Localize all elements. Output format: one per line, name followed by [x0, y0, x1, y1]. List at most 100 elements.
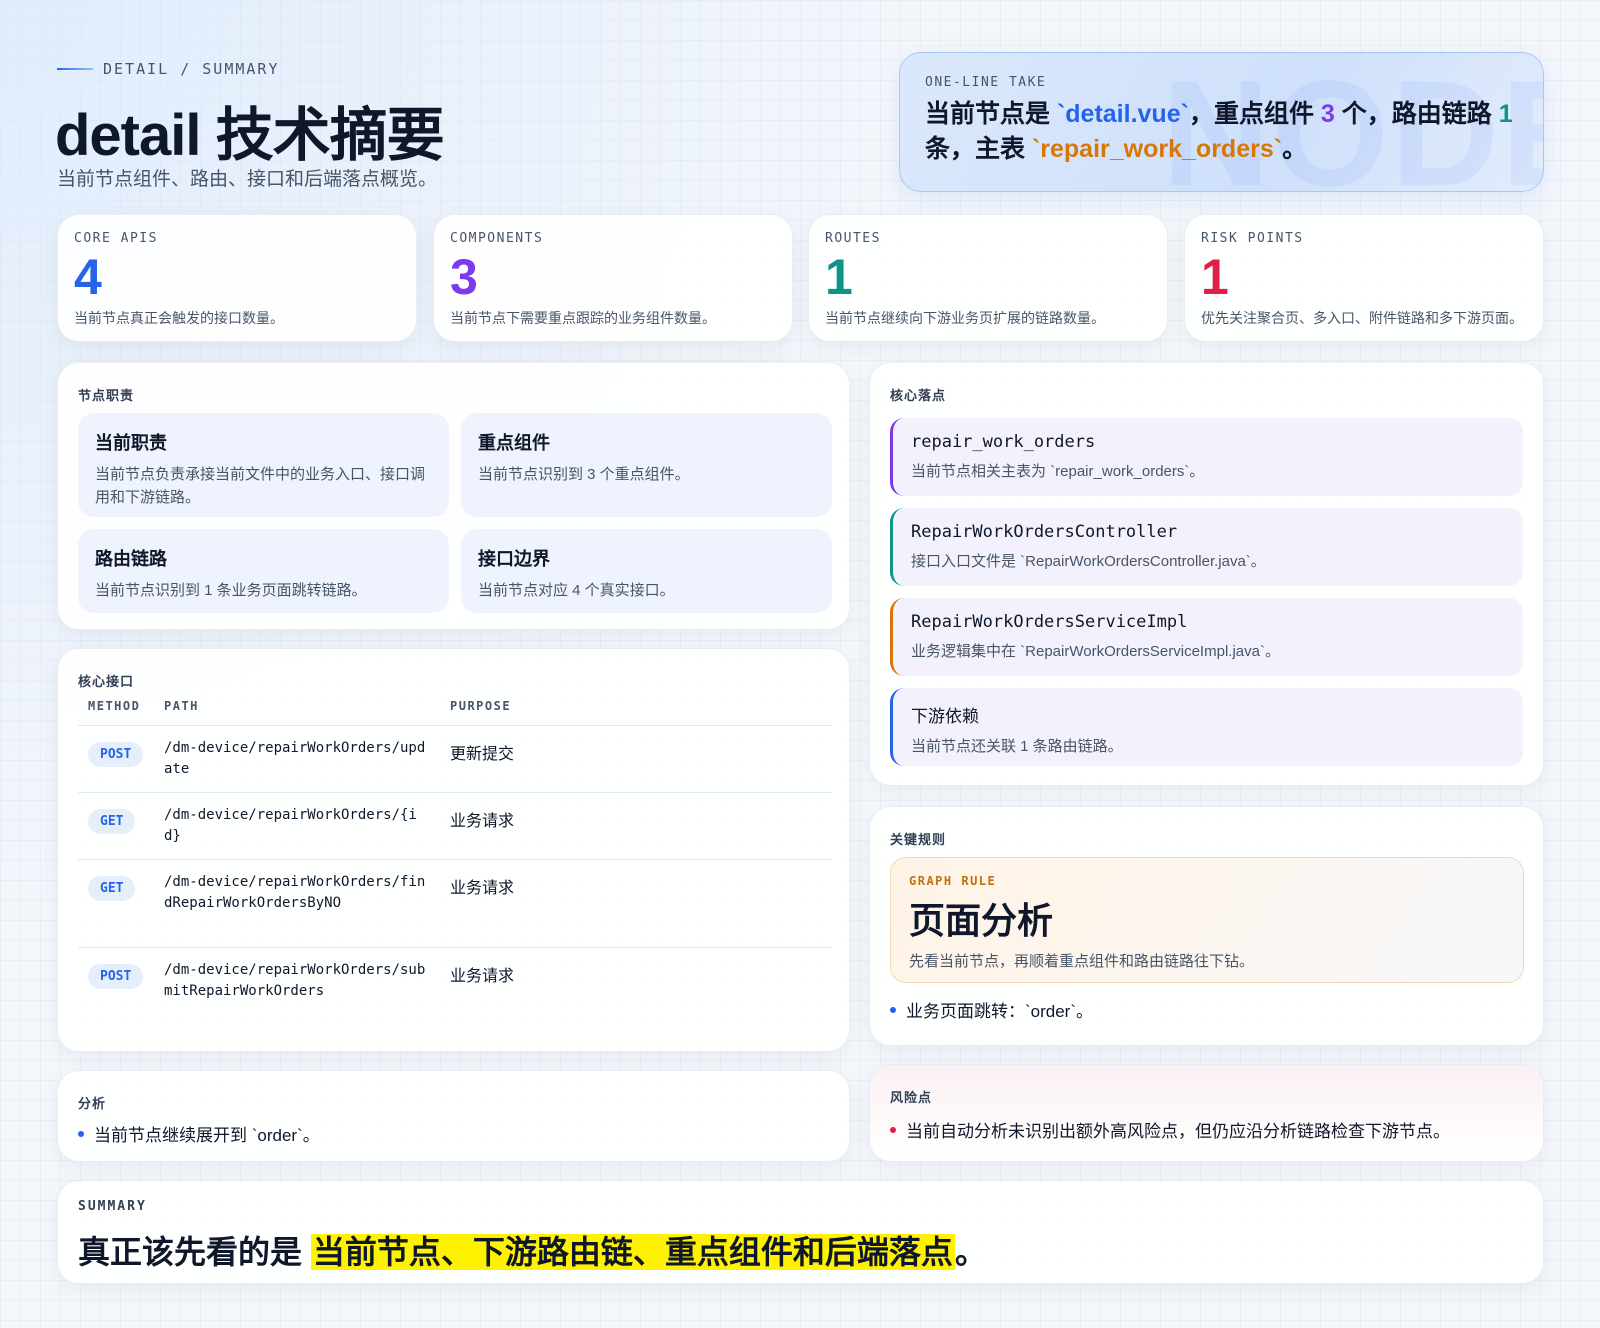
stat-desc: 优先关注聚合页、多入口、附件链路和多下游页面。: [1201, 310, 1523, 326]
path-cell: /dm-device/repairWorkOrders/submitRepair…: [164, 962, 426, 999]
core-landing-card: 核心落点 repair_work_orders 当前节点相关主表为 `repai…: [869, 362, 1544, 786]
page-title: detail 技术摘要: [55, 103, 445, 168]
column-header: PURPOSE: [440, 693, 832, 726]
method-cell: GET: [78, 792, 154, 860]
take-components-count: 3: [1320, 100, 1335, 128]
duty-item-desc: 当前节点对应 4 个真实接口。: [478, 582, 675, 599]
duty-item-title: 接口边界: [478, 549, 550, 569]
section-title: 分析: [78, 1096, 107, 1111]
landing-item-title: repair_work_orders: [911, 432, 1096, 452]
eyebrow-text: DETAIL / SUMMARY: [103, 60, 280, 78]
bullet-dot-icon: [890, 1126, 896, 1133]
duty-item: 路由链路 当前节点识别到 1 条业务页面跳转链路。: [78, 529, 449, 613]
summary-card: SUMMARY 真正该先看的是 当前节点、下游路由链、重点组件和后端落点。: [57, 1180, 1544, 1284]
section-title: 核心接口: [78, 674, 135, 689]
purpose-cell: 业务请求: [440, 948, 832, 1036]
landing-item-title: RepairWorkOrdersServiceImpl: [911, 612, 1188, 632]
purpose-text: 业务请求: [450, 880, 515, 897]
stat-desc: 当前节点真正会触发的接口数量。: [74, 310, 284, 326]
stat-value: 1: [1201, 249, 1229, 305]
duty-item-desc: 当前节点负责承接当前文件中的业务入口、接口调用和下游链路。: [95, 466, 426, 506]
take-seg: 条，主表: [925, 135, 1032, 163]
take-file: `detail.vue`: [1056, 100, 1189, 128]
duty-item-desc: 当前节点识别到 3 个重点组件。: [478, 466, 690, 483]
landing-item-title: 下游依赖: [911, 707, 979, 726]
stat-value: 4: [74, 249, 102, 305]
risk-bullet: 当前自动分析未识别出额外高风险点，但仍应沿分析链路检查下游节点。: [890, 1117, 1450, 1142]
table-row[interactable]: POST /dm-device/repairWorkOrders/update …: [78, 725, 832, 793]
take-label: ONE-LINE TAKE: [925, 75, 1047, 90]
landing-item: repair_work_orders 当前节点相关主表为 `repair_wor…: [890, 418, 1523, 496]
stat-desc: 当前节点下需要重点跟踪的业务组件数量。: [450, 310, 716, 326]
landing-item: 下游依赖 当前节点还关联 1 条路由链路。: [890, 688, 1523, 766]
bullet-dot-icon: [890, 1006, 896, 1013]
take-text: 当前节点是 `detail.vue`，重点组件 3 个，路由链路 1 条，主表 …: [925, 97, 1519, 167]
risk-bullet-text: 当前自动分析未识别出额外高风险点，但仍应沿分析链路检查下游节点。: [906, 1122, 1450, 1141]
duty-item: 当前职责 当前节点负责承接当前文件中的业务入口、接口调用和下游链路。: [78, 413, 449, 517]
api-table: METHOD PATH PURPOSE POST /dm-device/repa…: [78, 693, 832, 1036]
stat-card-components: COMPONENTS 3 当前节点下需要重点跟踪的业务组件数量。: [433, 214, 793, 342]
purpose-cell: 业务请求: [440, 792, 832, 860]
path-cell: /dm-device/repairWorkOrders/{id}: [154, 792, 440, 860]
method-badge: GET: [88, 876, 136, 901]
landing-item-desc: 当前节点还关联 1 条路由链路。: [911, 738, 1123, 755]
summary-lead: 真正该先看的是: [78, 1234, 311, 1270]
section-title: 关键规则: [890, 832, 947, 847]
analysis-card: 分析 当前节点继续展开到 `order`。: [57, 1070, 850, 1162]
landing-item: RepairWorkOrdersServiceImpl 业务逻辑集中在 `Rep…: [890, 598, 1523, 676]
landing-item-title: RepairWorkOrdersController: [911, 522, 1178, 542]
core-api-card: 核心接口 METHOD PATH PURPOSE POST /dm-device…: [57, 648, 850, 1052]
landing-item-desc: 接口入口文件是 `RepairWorkOrdersController.java…: [911, 553, 1266, 570]
duty-item-title: 路由链路: [95, 549, 167, 569]
landing-item-desc: 业务逻辑集中在 `RepairWorkOrdersServiceImpl.jav…: [911, 643, 1280, 660]
take-seg: 个，路由链路: [1334, 100, 1499, 128]
column-header: PATH: [154, 693, 440, 726]
take-table: `repair_work_orders`: [1031, 135, 1283, 163]
rule-tag: GRAPH RULE: [909, 874, 997, 888]
stat-value: 3: [450, 249, 478, 305]
stat-value: 1: [825, 249, 853, 305]
table-row[interactable]: GET /dm-device/repairWorkOrders/{id} 业务请…: [78, 792, 832, 860]
duty-item-title: 重点组件: [478, 433, 550, 453]
stat-card-core-apis: CORE APIS 4 当前节点真正会触发的接口数量。: [57, 214, 417, 342]
stat-label: COMPONENTS: [450, 231, 544, 246]
purpose-text: 业务请求: [450, 968, 515, 985]
section-title: 核心落点: [890, 388, 947, 403]
analysis-bullet-text: 当前节点继续展开到 `order`。: [94, 1126, 320, 1145]
stat-card-risk-points: RISK POINTS 1 优先关注聚合页、多入口、附件链路和多下游页面。: [1184, 214, 1544, 342]
summary-highlight: 当前节点、下游路由链、重点组件和后端落点: [310, 1234, 955, 1270]
landing-item-desc: 当前节点相关主表为 `repair_work_orders`。: [911, 463, 1205, 480]
take-seg: ，重点组件: [1188, 100, 1321, 128]
node-duty-card: 节点职责 当前职责 当前节点负责承接当前文件中的业务入口、接口调用和下游链路。 …: [57, 362, 850, 630]
section-title: 节点职责: [78, 388, 135, 403]
duty-item-desc: 当前节点识别到 1 条业务页面跳转链路。: [95, 582, 367, 599]
purpose-text: 业务请求: [450, 813, 515, 830]
key-rules-card: 关键规则 GRAPH RULE 页面分析 先看当前节点，再顺着重点组件和路由链路…: [869, 806, 1544, 1046]
purpose-cell: 业务请求: [440, 859, 832, 948]
summary-label: SUMMARY: [78, 1199, 147, 1214]
eyebrow-line: [57, 68, 93, 70]
take-seg: 。: [1282, 135, 1308, 163]
rule-bullet-text: 业务页面跳转：`order`。: [906, 1002, 1094, 1021]
rule-bullet: 业务页面跳转：`order`。: [890, 997, 1093, 1022]
duty-item: 接口边界 当前节点对应 4 个真实接口。: [461, 529, 832, 613]
section-title: 风险点: [890, 1090, 933, 1105]
take-seg: 当前节点是: [925, 100, 1057, 128]
method-badge: POST: [88, 742, 144, 767]
method-cell: POST: [78, 725, 154, 793]
graph-rule-box: GRAPH RULE 页面分析 先看当前节点，再顺着重点组件和路由链路往下钻。: [890, 857, 1524, 983]
duty-item: 重点组件 当前节点识别到 3 个重点组件。: [461, 413, 832, 517]
header-eyebrow: DETAIL / SUMMARY: [57, 60, 280, 78]
api-table-header: METHOD PATH PURPOSE: [78, 693, 832, 726]
table-row[interactable]: POST /dm-device/repairWorkOrders/submitR…: [78, 948, 832, 1036]
page-subtitle: 当前节点组件、路由、接口和后端落点概览。: [57, 169, 438, 190]
bullet-dot-icon: [78, 1130, 84, 1137]
stat-label: RISK POINTS: [1201, 231, 1304, 246]
purpose-text: 更新提交: [450, 746, 515, 763]
method-badge: GET: [88, 809, 136, 834]
duty-item-title: 当前职责: [95, 433, 167, 453]
risk-card: 风险点 当前自动分析未识别出额外高风险点，但仍应沿分析链路检查下游节点。: [869, 1064, 1544, 1162]
table-row[interactable]: GET /dm-device/repairWorkOrders/findRepa…: [78, 859, 832, 948]
method-cell: POST: [78, 948, 154, 1036]
method-cell: GET: [78, 859, 154, 948]
